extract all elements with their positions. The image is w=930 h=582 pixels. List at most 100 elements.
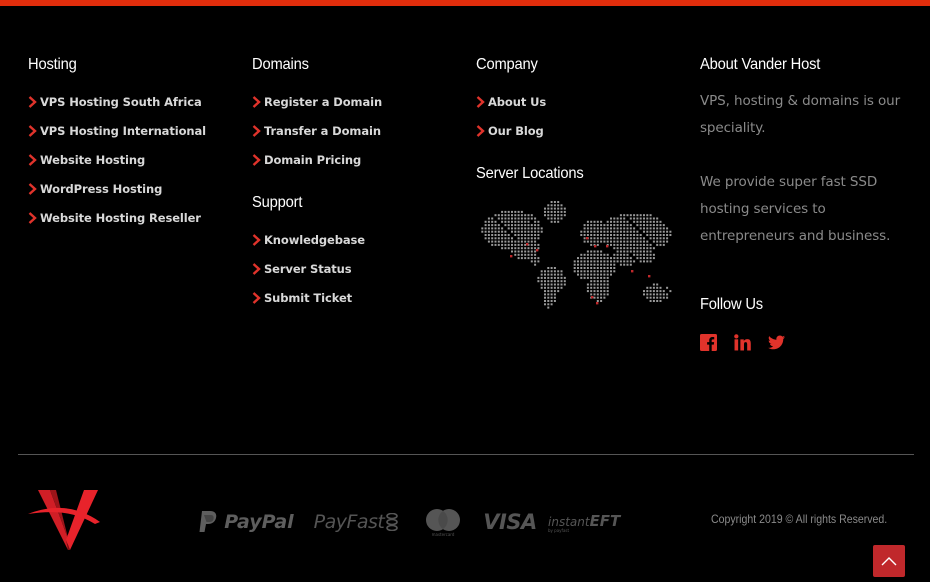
map-dot — [544, 273, 546, 276]
map-dot — [524, 250, 527, 253]
link-our-blog[interactable]: Our Blog — [476, 124, 544, 138]
link-website-hosting-reseller[interactable]: Website Hosting Reseller — [28, 211, 201, 225]
map-dot — [553, 217, 556, 220]
link-vps-hosting-south-africa[interactable]: VPS Hosting South Africa — [28, 95, 202, 109]
linkedin-link[interactable] — [734, 334, 751, 351]
map-dot — [583, 270, 586, 273]
map-dot — [557, 286, 560, 289]
map-dot — [511, 230, 513, 233]
server-locations-title: Server Locations — [476, 165, 584, 182]
link-submit-ticket[interactable]: Submit Ticket — [252, 291, 352, 305]
link-server-status[interactable]: Server Status — [252, 262, 352, 276]
map-dot — [544, 293, 546, 296]
map-dot — [527, 227, 530, 230]
map-dot — [606, 276, 609, 279]
map-dot — [497, 243, 500, 246]
map-dot — [524, 227, 527, 230]
map-dot — [596, 263, 599, 266]
link-domain-pricing[interactable]: Domain Pricing — [252, 153, 361, 167]
link-knowledgebase[interactable]: Knowledgebase — [252, 233, 365, 247]
map-dot — [633, 253, 636, 256]
about-title: About Vander Host — [700, 56, 821, 73]
map-dot — [537, 280, 540, 283]
map-dot — [662, 293, 665, 296]
map-dot — [547, 283, 550, 286]
map-dot — [547, 290, 550, 293]
map-dot — [656, 230, 659, 233]
server-location-marker — [631, 270, 634, 273]
map-dot — [629, 227, 632, 230]
map-dot — [636, 243, 639, 246]
link-label: VPS Hosting South Africa — [40, 95, 202, 109]
map-dot — [623, 230, 626, 233]
map-dot — [603, 253, 606, 256]
map-dot — [544, 303, 546, 306]
link-register-domain[interactable]: Register a Domain — [252, 95, 382, 109]
facebook-link[interactable] — [700, 334, 717, 351]
map-dot — [547, 300, 550, 302]
map-dot — [633, 220, 636, 223]
map-dot — [511, 227, 513, 230]
server-location-marker — [526, 243, 529, 246]
map-dot — [643, 250, 645, 253]
scroll-to-top-button[interactable] — [873, 545, 905, 577]
map-dot — [534, 257, 537, 260]
map-dot — [524, 230, 527, 233]
map-dot — [553, 210, 556, 213]
map-dot — [633, 230, 636, 233]
map-dot — [593, 296, 596, 299]
map-dot — [656, 243, 659, 246]
link-wordpress-hosting[interactable]: WordPress Hosting — [28, 182, 162, 196]
map-dot — [547, 217, 550, 220]
map-dot — [481, 227, 484, 230]
support-title: Support — [252, 194, 303, 211]
map-dot — [649, 253, 652, 256]
link-about-us[interactable]: About Us — [476, 95, 546, 109]
map-dot — [606, 257, 609, 260]
map-dot — [593, 257, 596, 260]
map-dot — [616, 237, 619, 240]
map-dot — [593, 260, 596, 263]
map-dot — [501, 214, 504, 217]
map-dot — [600, 237, 603, 240]
map-dot — [534, 253, 537, 256]
map-dot — [619, 217, 622, 220]
map-dot — [613, 224, 616, 227]
map-dot — [514, 243, 517, 246]
vander-host-logo[interactable] — [28, 488, 102, 552]
map-dot — [646, 290, 649, 293]
map-dot — [577, 257, 579, 260]
map-dot — [652, 227, 655, 230]
map-dot — [593, 227, 596, 230]
link-vps-hosting-international[interactable]: VPS Hosting International — [28, 124, 206, 138]
link-transfer-domain[interactable]: Transfer a Domain — [252, 124, 381, 138]
map-dot — [613, 257, 616, 260]
map-dot — [613, 270, 616, 273]
mastercard-logo: mastercard — [418, 508, 468, 537]
map-dot — [593, 240, 596, 243]
map-dot — [659, 296, 662, 299]
map-dot — [527, 234, 530, 236]
map-dot — [547, 286, 550, 289]
map-dot — [623, 214, 626, 217]
map-dot — [553, 220, 556, 223]
twitter-link[interactable] — [768, 334, 785, 351]
map-dot — [626, 214, 629, 217]
map-dot — [593, 230, 596, 233]
map-dot — [603, 240, 606, 243]
chevron-right-icon — [252, 125, 264, 137]
map-dot — [491, 227, 494, 230]
map-dot — [616, 260, 619, 263]
link-label: VPS Hosting International — [40, 124, 206, 138]
map-dot — [639, 250, 642, 253]
map-dot — [623, 253, 626, 256]
map-dot — [613, 237, 616, 240]
map-dot — [550, 207, 553, 210]
map-dot — [606, 220, 609, 223]
map-dot — [497, 234, 500, 236]
chevron-right-icon — [252, 292, 264, 304]
map-dot — [527, 224, 530, 227]
link-website-hosting[interactable]: Website Hosting — [28, 153, 145, 167]
map-dot — [524, 217, 527, 220]
map-dot — [514, 230, 517, 233]
